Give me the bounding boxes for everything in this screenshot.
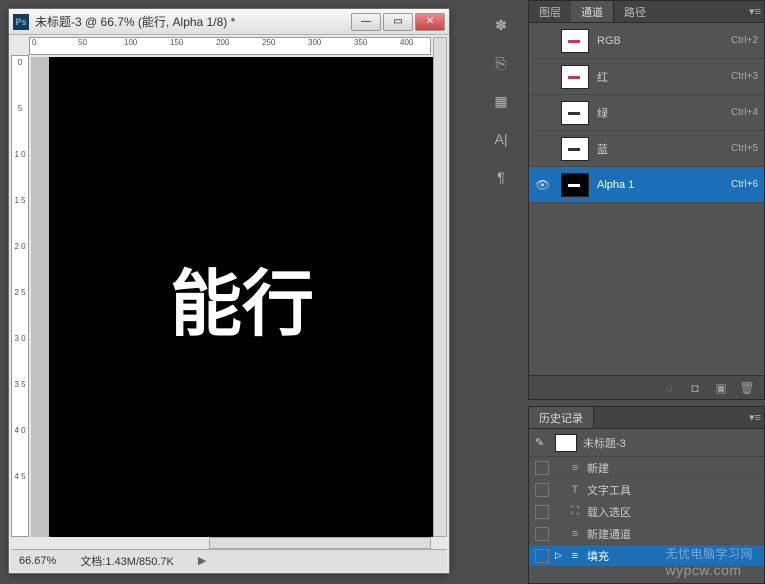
history-step[interactable]: ⛶ 载入选区 [529,501,764,523]
document-window: Ps 未标题-3 @ 66.7% (能行, Alpha 1/8) * — ▭ ✕… [8,8,450,574]
channel-shortcut: Ctrl+3 [731,71,758,82]
tab-history[interactable]: 历史记录 [529,407,594,428]
character-panel-icon[interactable]: A| [490,128,512,150]
collapsed-panels-dock: ✽ ⎘ ▦ A| ¶ [490,8,518,188]
channel-shortcut: Ctrl+2 [731,35,758,46]
channels-panel: 图层 通道 路径 ▾≡ RGB Ctrl+2 红 Ctrl+3 绿 Ctrl+4… [528,0,765,400]
channel-row-green[interactable]: 绿 Ctrl+4 [529,95,764,131]
zoom-level[interactable]: 66.67% [19,555,56,567]
history-source-toggle[interactable] [535,483,549,497]
snapshot-name: 未标题-3 [583,435,626,451]
history-step-label: 填充 [587,548,609,564]
window-title: 未标题-3 @ 66.7% (能行, Alpha 1/8) * [35,13,351,30]
panel-menu-icon[interactable]: ▾≡ [746,1,764,22]
channel-name: 绿 [597,105,731,121]
history-step-label: 文字工具 [587,482,631,498]
history-list: ≡ 新建 T 文字工具 ⛶ 载入选区 ≡ 新建通道 ▷ ≡ 填充 [529,457,764,567]
save-selection-icon[interactable]: ◘ [686,379,704,397]
close-button[interactable]: ✕ [415,13,445,31]
history-step[interactable]: ▷ ≡ 填充 [529,545,764,567]
tab-channels[interactable]: 通道 [571,1,614,22]
channel-shortcut: Ctrl+5 [731,143,758,154]
status-bar: 66.67% 文档:1.43M/850.7K ▶ [11,549,447,571]
new-channel-icon[interactable]: ▣ [712,379,730,397]
text-tool-icon: T [567,484,583,496]
history-step[interactable]: ≡ 新建 [529,457,764,479]
swatches-panel-icon[interactable]: ▦ [490,90,512,112]
history-source-toggle[interactable] [535,461,549,475]
tab-layers[interactable]: 图层 [529,1,571,22]
history-snapshot-row[interactable]: ✎ 未标题-3 [529,429,764,457]
clone-panel-icon[interactable]: ⎘ [490,52,512,74]
channel-shortcut: Ctrl+4 [731,107,758,118]
channel-row-alpha1[interactable]: 👁 Alpha 1 Ctrl+6 [529,167,764,203]
canvas-viewport[interactable]: 能行 [31,57,431,537]
snapshot-thumbnail[interactable] [555,434,577,452]
history-step-label: 载入选区 [587,504,631,520]
titlebar[interactable]: Ps 未标题-3 @ 66.7% (能行, Alpha 1/8) * — ▭ ✕ [9,9,449,35]
channel-name: Alpha 1 [597,179,731,191]
history-source-toggle[interactable] [535,527,549,541]
document-icon: ≡ [567,550,583,562]
channels-panel-footer: ◌ ◘ ▣ 🗑 [529,375,764,399]
history-step-label: 新建 [587,460,609,476]
selection-icon: ⛶ [567,505,583,518]
load-selection-icon[interactable]: ◌ [660,379,678,397]
channel-name: RGB [597,35,731,47]
channel-thumbnail[interactable] [561,173,589,197]
channel-row-rgb[interactable]: RGB Ctrl+2 [529,23,764,59]
panel-menu-icon[interactable]: ▾≡ [746,407,764,428]
visibility-toggle[interactable]: 👁 [535,178,553,192]
channel-list: RGB Ctrl+2 红 Ctrl+3 绿 Ctrl+4 蓝 Ctrl+5 👁 … [529,23,764,203]
panel-tabs: 图层 通道 路径 ▾≡ [529,1,764,23]
maximize-button[interactable]: ▭ [383,13,413,31]
document-icon: ≡ [567,462,583,474]
minimize-button[interactable]: — [351,13,381,31]
channel-row-red[interactable]: 红 Ctrl+3 [529,59,764,95]
channel-thumbnail[interactable] [561,137,589,161]
canvas-text: 能行 [170,245,314,350]
history-step-label: 新建通道 [587,526,631,542]
delete-channel-icon[interactable]: 🗑 [738,379,756,397]
history-panel: 历史记录 ▾≡ ✎ 未标题-3 ≡ 新建 T 文字工具 ⛶ 载入选区 ≡ [528,406,765,584]
paragraph-panel-icon[interactable]: ¶ [490,166,512,188]
channel-name: 蓝 [597,141,731,157]
document-icon: ≡ [567,528,583,540]
app-icon: Ps [13,14,29,30]
ruler-vertical[interactable]: 051 01 52 02 53 03 54 04 5 [11,55,29,537]
canvas[interactable]: 能行 [49,57,435,537]
channel-row-blue[interactable]: 蓝 Ctrl+5 [529,131,764,167]
channel-thumbnail[interactable] [561,101,589,125]
panel-tabs: 历史记录 ▾≡ [529,407,764,429]
channel-thumbnail[interactable] [561,29,589,53]
scrollbar-vertical[interactable] [433,37,447,537]
doc-info[interactable]: 文档:1.43M/850.7K [80,553,174,569]
current-step-marker: ▷ [555,550,565,561]
channel-name: 红 [597,69,731,85]
tab-paths[interactable]: 路径 [614,1,656,22]
brush-panel-icon[interactable]: ✽ [490,14,512,36]
history-source-toggle[interactable] [535,549,549,563]
ruler-horizontal[interactable]: 0501001502002503003504004505005506 [29,37,431,55]
channel-thumbnail[interactable] [561,65,589,89]
scrollbar-horizontal[interactable] [209,537,431,549]
status-arrow-icon[interactable]: ▶ [198,554,206,567]
channel-shortcut: Ctrl+6 [731,179,758,190]
history-source-toggle[interactable] [535,505,549,519]
brush-icon: ✎ [535,436,549,449]
history-step[interactable]: T 文字工具 [529,479,764,501]
history-step[interactable]: ≡ 新建通道 [529,523,764,545]
window-controls: — ▭ ✕ [351,13,445,31]
